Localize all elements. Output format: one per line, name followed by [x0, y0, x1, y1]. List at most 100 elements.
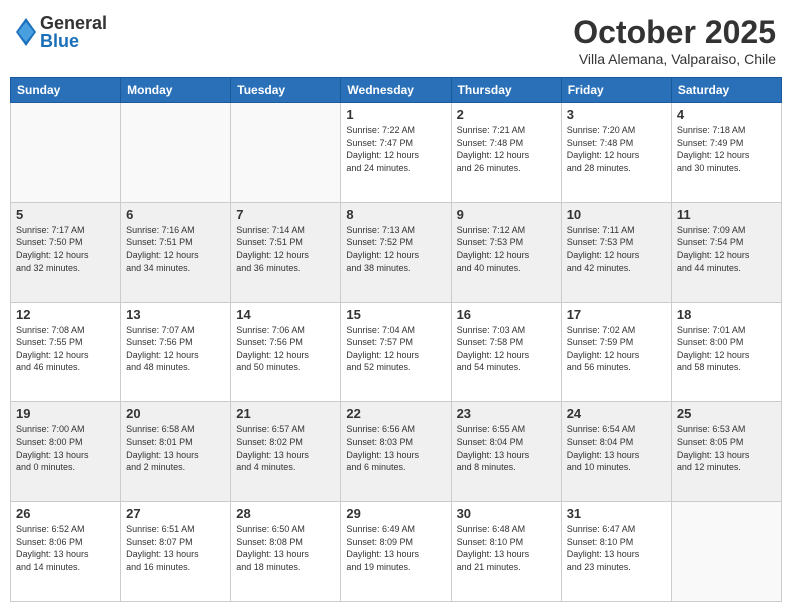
table-row: 8 Sunrise: 7:13 AM Sunset: 7:52 PM Daylig…	[341, 202, 451, 302]
day-info: Sunrise: 7:20 AM Sunset: 7:48 PM Dayligh…	[567, 124, 666, 174]
day-info: Sunrise: 6:51 AM Sunset: 8:07 PM Dayligh…	[126, 523, 225, 573]
day-info: Sunrise: 6:53 AM Sunset: 8:05 PM Dayligh…	[677, 423, 776, 473]
day-number: 13	[126, 307, 225, 322]
day-info: Sunrise: 7:06 AM Sunset: 7:56 PM Dayligh…	[236, 324, 335, 374]
day-info: Sunrise: 6:58 AM Sunset: 8:01 PM Dayligh…	[126, 423, 225, 473]
day-number: 9	[457, 207, 556, 222]
col-tuesday: Tuesday	[231, 78, 341, 103]
day-info: Sunrise: 6:50 AM Sunset: 8:08 PM Dayligh…	[236, 523, 335, 573]
day-number: 27	[126, 506, 225, 521]
table-row: 10 Sunrise: 7:11 AM Sunset: 7:53 PM Dayli…	[561, 202, 671, 302]
table-row: 5Sunrise: 7:17 AM Sunset: 7:50 PM Daylig…	[11, 202, 121, 302]
calendar-week-row: 26 Sunrise: 6:52 AM Sunset: 8:06 PM Dayli…	[11, 502, 782, 602]
table-row: 24Sunrise: 6:54 AM Sunset: 8:04 PM Dayli…	[561, 402, 671, 502]
day-number: 2	[457, 107, 556, 122]
day-number: 31	[567, 506, 666, 521]
calendar-table: Sunday Monday Tuesday Wednesday Thursday…	[10, 77, 782, 602]
day-info: Sunrise: 7:02 AM Sunset: 7:59 PM Dayligh…	[567, 324, 666, 374]
day-info: Sunrise: 6:47 AM Sunset: 8:10 PM Dayligh…	[567, 523, 666, 573]
col-saturday: Saturday	[671, 78, 781, 103]
day-number: 17	[567, 307, 666, 322]
table-row: 19Sunrise: 7:00 AM Sunset: 8:00 PM Dayli…	[11, 402, 121, 502]
table-row: 23Sunrise: 6:55 AM Sunset: 8:04 PM Dayli…	[451, 402, 561, 502]
table-row: 6 Sunrise: 7:16 AM Sunset: 7:51 PM Daylig…	[121, 202, 231, 302]
table-row: 1Sunrise: 7:22 AM Sunset: 7:47 PM Daylig…	[341, 103, 451, 203]
table-row: 13 Sunrise: 7:07 AM Sunset: 7:56 PM Dayli…	[121, 302, 231, 402]
day-info: Sunrise: 7:11 AM Sunset: 7:53 PM Dayligh…	[567, 224, 666, 274]
day-info: Sunrise: 7:03 AM Sunset: 7:58 PM Dayligh…	[457, 324, 556, 374]
day-number: 1	[346, 107, 445, 122]
table-row	[121, 103, 231, 203]
table-row: 26 Sunrise: 6:52 AM Sunset: 8:06 PM Dayli…	[11, 502, 121, 602]
day-number: 10	[567, 207, 666, 222]
day-info: Sunrise: 7:07 AM Sunset: 7:56 PM Dayligh…	[126, 324, 225, 374]
table-row: 20 Sunrise: 6:58 AM Sunset: 8:01 PM Dayli…	[121, 402, 231, 502]
day-info: Sunrise: 6:57 AM Sunset: 8:02 PM Dayligh…	[236, 423, 335, 473]
col-monday: Monday	[121, 78, 231, 103]
day-number: 8	[346, 207, 445, 222]
day-info: Sunrise: 6:56 AM Sunset: 8:03 PM Dayligh…	[346, 423, 445, 473]
day-number: 3	[567, 107, 666, 122]
table-row: 18Sunrise: 7:01 AM Sunset: 8:00 PM Dayli…	[671, 302, 781, 402]
day-info: Sunrise: 7:00 AM Sunset: 8:00 PM Dayligh…	[16, 423, 115, 473]
day-info: Sunrise: 7:18 AM Sunset: 7:49 PM Dayligh…	[677, 124, 776, 174]
table-row: 17 Sunrise: 7:02 AM Sunset: 7:59 PM Dayli…	[561, 302, 671, 402]
day-info: Sunrise: 7:13 AM Sunset: 7:52 PM Dayligh…	[346, 224, 445, 274]
table-row: 7Sunrise: 7:14 AM Sunset: 7:51 PM Daylig…	[231, 202, 341, 302]
day-info: Sunrise: 7:04 AM Sunset: 7:57 PM Dayligh…	[346, 324, 445, 374]
day-number: 7	[236, 207, 335, 222]
col-sunday: Sunday	[11, 78, 121, 103]
day-number: 16	[457, 307, 556, 322]
day-number: 28	[236, 506, 335, 521]
table-row: 2 Sunrise: 7:21 AM Sunset: 7:48 PM Daylig…	[451, 103, 561, 203]
calendar-week-row: 5Sunrise: 7:17 AM Sunset: 7:50 PM Daylig…	[11, 202, 782, 302]
day-number: 11	[677, 207, 776, 222]
day-number: 14	[236, 307, 335, 322]
day-info: Sunrise: 7:08 AM Sunset: 7:55 PM Dayligh…	[16, 324, 115, 374]
day-info: Sunrise: 7:12 AM Sunset: 7:53 PM Dayligh…	[457, 224, 556, 274]
calendar-week-row: 12 Sunrise: 7:08 AM Sunset: 7:55 PM Dayli…	[11, 302, 782, 402]
day-info: Sunrise: 7:21 AM Sunset: 7:48 PM Dayligh…	[457, 124, 556, 174]
col-wednesday: Wednesday	[341, 78, 451, 103]
table-row: 3 Sunrise: 7:20 AM Sunset: 7:48 PM Daylig…	[561, 103, 671, 203]
calendar-week-row: 19Sunrise: 7:00 AM Sunset: 8:00 PM Dayli…	[11, 402, 782, 502]
col-thursday: Thursday	[451, 78, 561, 103]
table-row: 4Sunrise: 7:18 AM Sunset: 7:49 PM Daylig…	[671, 103, 781, 203]
day-info: Sunrise: 6:54 AM Sunset: 8:04 PM Dayligh…	[567, 423, 666, 473]
month-title: October 2025	[573, 14, 776, 51]
table-row: 16 Sunrise: 7:03 AM Sunset: 7:58 PM Dayli…	[451, 302, 561, 402]
table-row: 21 Sunrise: 6:57 AM Sunset: 8:02 PM Dayli…	[231, 402, 341, 502]
table-row: 15 Sunrise: 7:04 AM Sunset: 7:57 PM Dayli…	[341, 302, 451, 402]
table-row: 31 Sunrise: 6:47 AM Sunset: 8:10 PM Dayli…	[561, 502, 671, 602]
logo-general-text: General	[40, 14, 107, 32]
day-number: 29	[346, 506, 445, 521]
day-info: Sunrise: 7:17 AM Sunset: 7:50 PM Dayligh…	[16, 224, 115, 274]
col-friday: Friday	[561, 78, 671, 103]
day-info: Sunrise: 6:52 AM Sunset: 8:06 PM Dayligh…	[16, 523, 115, 573]
day-info: Sunrise: 7:16 AM Sunset: 7:51 PM Dayligh…	[126, 224, 225, 274]
day-number: 21	[236, 406, 335, 421]
day-info: Sunrise: 7:01 AM Sunset: 8:00 PM Dayligh…	[677, 324, 776, 374]
table-row	[11, 103, 121, 203]
location-subtitle: Villa Alemana, Valparaiso, Chile	[573, 51, 776, 67]
table-row: 14 Sunrise: 7:06 AM Sunset: 7:56 PM Dayli…	[231, 302, 341, 402]
table-row: 22 Sunrise: 6:56 AM Sunset: 8:03 PM Dayli…	[341, 402, 451, 502]
day-number: 15	[346, 307, 445, 322]
day-number: 26	[16, 506, 115, 521]
day-number: 6	[126, 207, 225, 222]
day-info: Sunrise: 6:49 AM Sunset: 8:09 PM Dayligh…	[346, 523, 445, 573]
calendar-header-row: Sunday Monday Tuesday Wednesday Thursday…	[11, 78, 782, 103]
table-row	[231, 103, 341, 203]
day-number: 12	[16, 307, 115, 322]
table-row: 12 Sunrise: 7:08 AM Sunset: 7:55 PM Dayli…	[11, 302, 121, 402]
header: General Blue October 2025 Villa Alemana,…	[10, 10, 782, 71]
day-info: Sunrise: 6:48 AM Sunset: 8:10 PM Dayligh…	[457, 523, 556, 573]
logo-blue-text: Blue	[40, 32, 107, 50]
day-number: 22	[346, 406, 445, 421]
table-row: 28 Sunrise: 6:50 AM Sunset: 8:08 PM Dayli…	[231, 502, 341, 602]
logo-icon	[16, 18, 36, 46]
table-row: 30Sunrise: 6:48 AM Sunset: 8:10 PM Dayli…	[451, 502, 561, 602]
day-number: 25	[677, 406, 776, 421]
day-number: 20	[126, 406, 225, 421]
title-area: October 2025 Villa Alemana, Valparaiso, …	[573, 14, 776, 67]
